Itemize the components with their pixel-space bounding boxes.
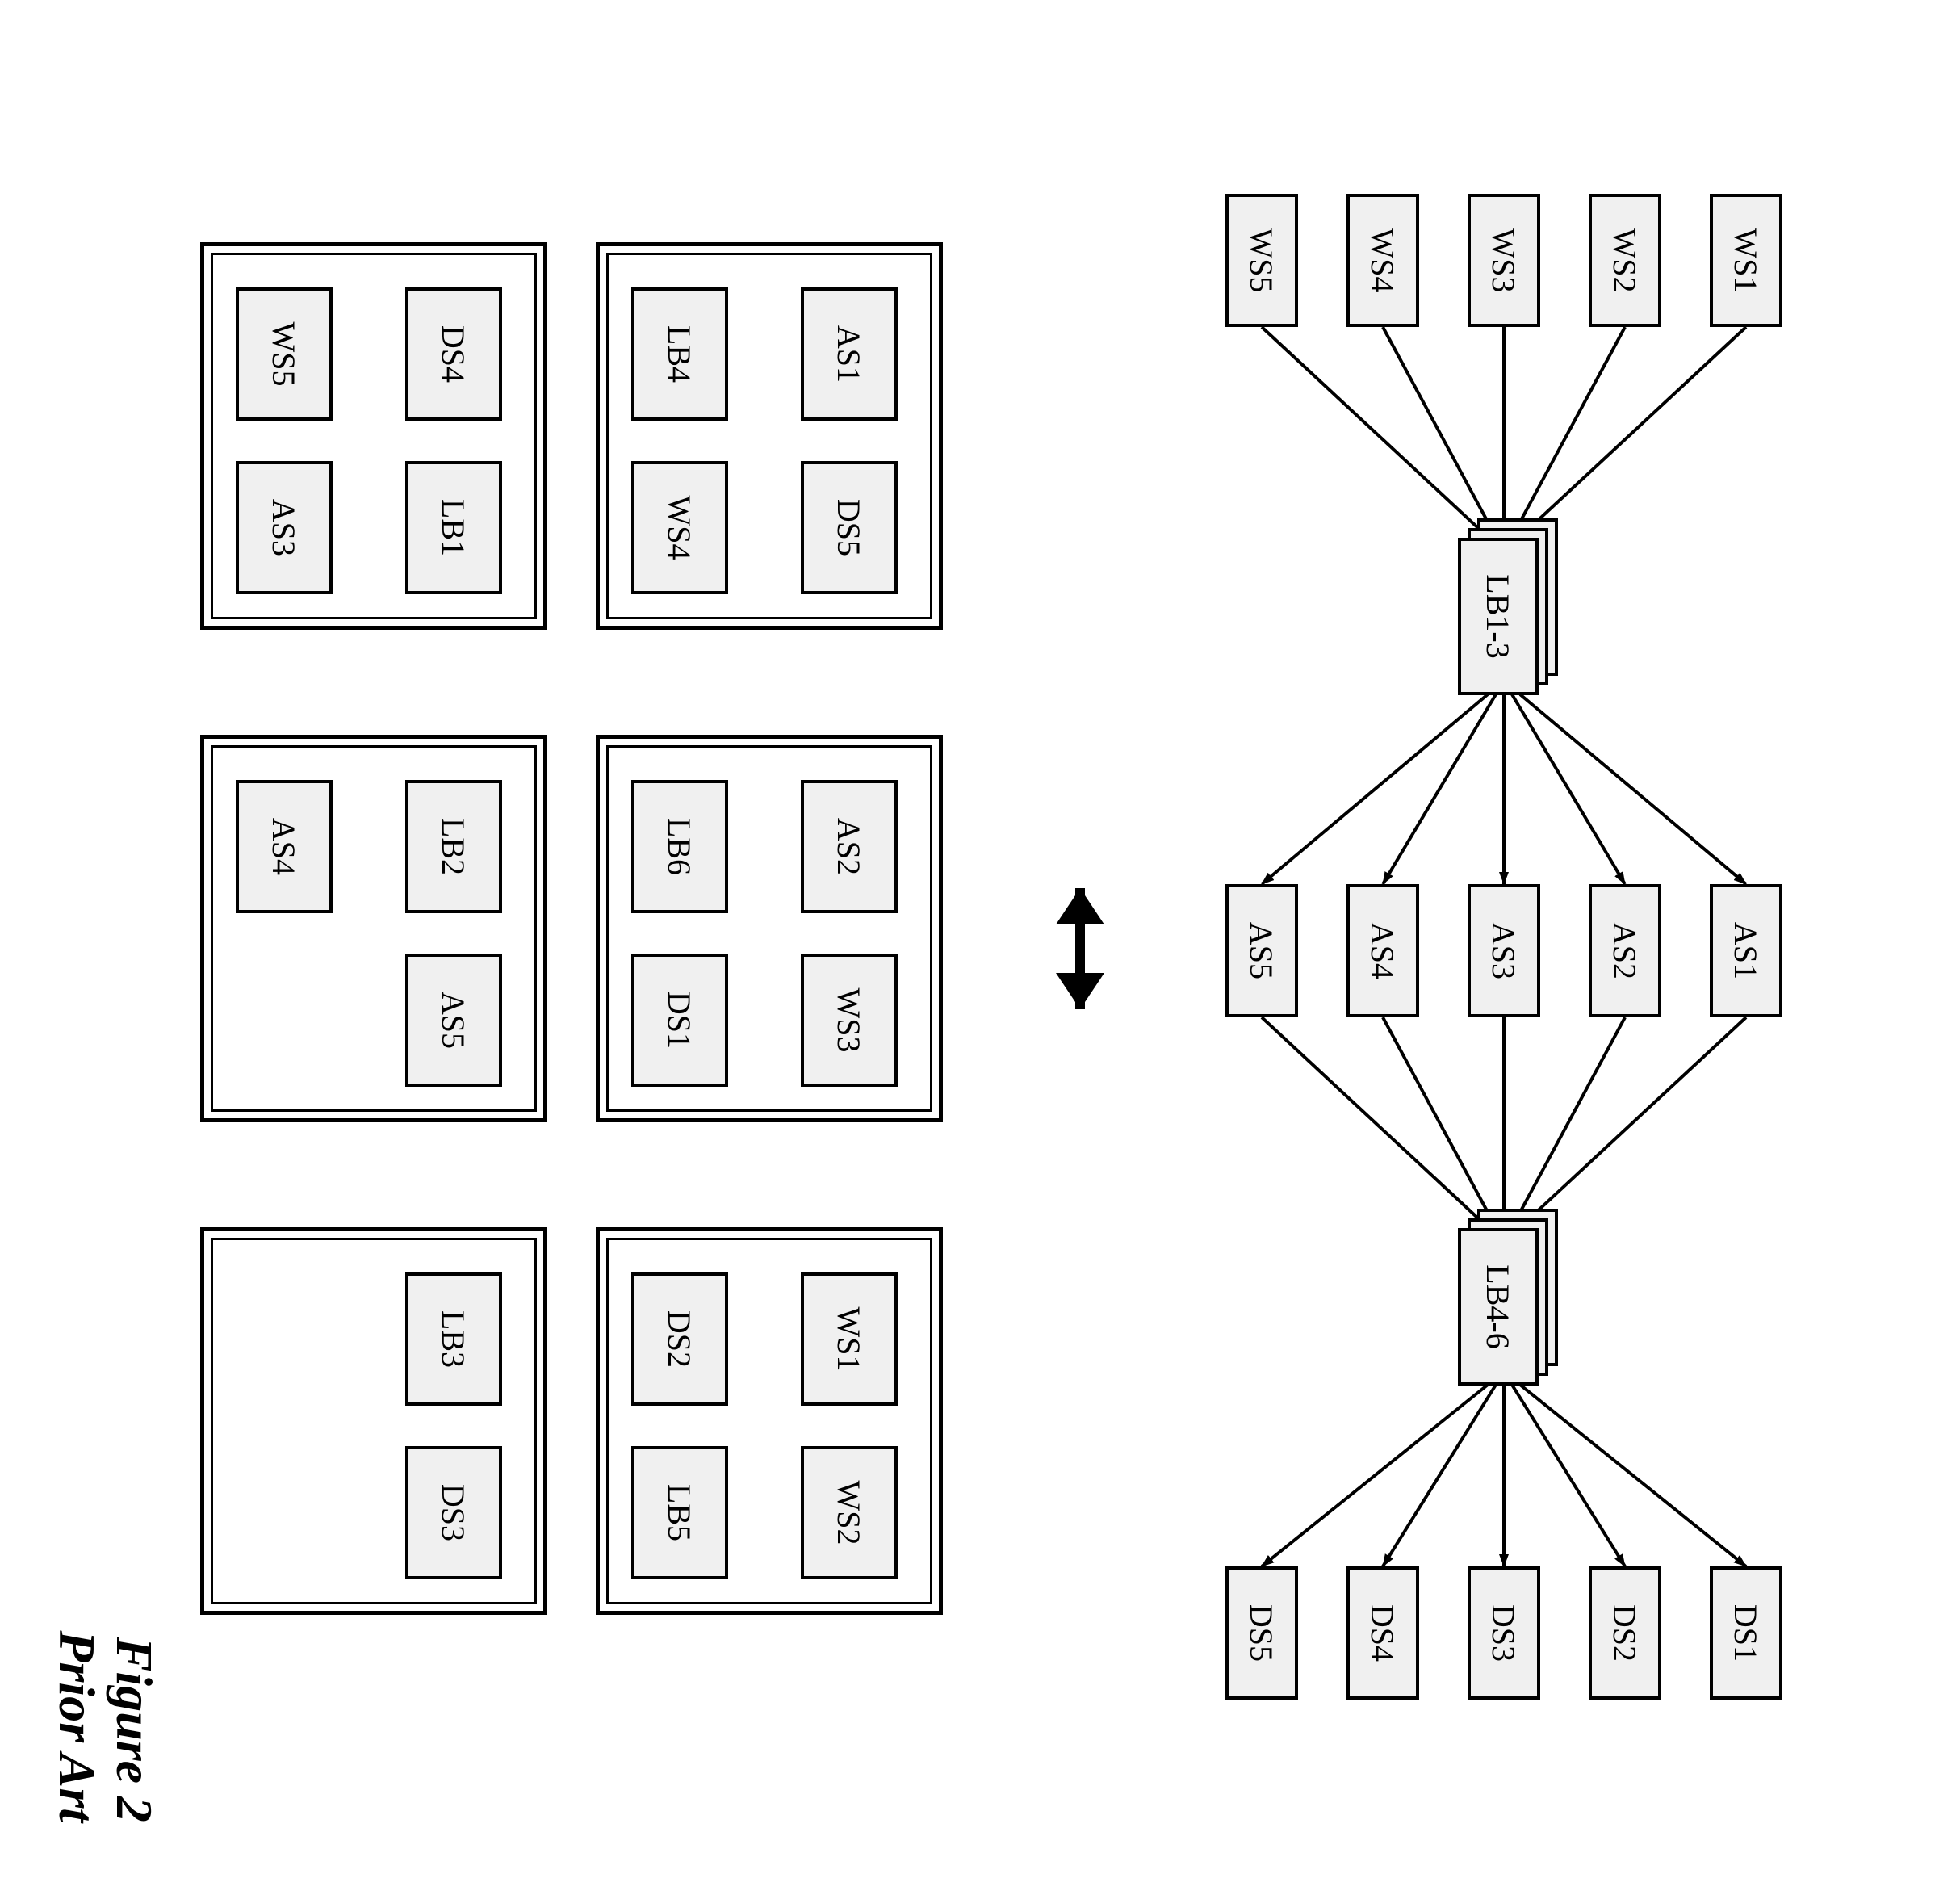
host-4: DS4 LB1 WS5 AS3 xyxy=(200,242,547,630)
slot-label: LB4 xyxy=(661,325,699,383)
slot-label: AS3 xyxy=(266,499,304,556)
host-2: AS2 WS3 LB6 DS1 xyxy=(596,735,943,1122)
host-5: LB2 AS5 AS4 xyxy=(200,735,547,1122)
figure-page: WS1 WS2 WS3 WS4 WS5 LB1-3 AS1 AS2 AS3 AS… xyxy=(0,0,1960,1895)
host-slot: DS3 xyxy=(405,1446,502,1579)
lb1-3-front: LB1-3 xyxy=(1458,538,1539,695)
figure-number: Figure 2 xyxy=(105,1630,161,1822)
slot-label: DS3 xyxy=(435,1484,473,1541)
node-as4: AS4 xyxy=(1346,884,1419,1017)
host-6: LB3 DS3 xyxy=(200,1227,547,1615)
host-3: WS1 WS2 DS2 LB5 xyxy=(596,1227,943,1615)
slot-label: LB6 xyxy=(661,818,699,875)
slot-label: WS3 xyxy=(831,988,869,1053)
slot-label: WS5 xyxy=(266,322,304,387)
node-as1: AS1 xyxy=(1710,884,1782,1017)
host-slot: AS5 xyxy=(405,954,502,1087)
figure-caption: Figure 2 Prior Art xyxy=(48,1630,162,1822)
node-label: WS4 xyxy=(1364,228,1402,293)
node-ds2: DS2 xyxy=(1589,1566,1661,1700)
host-slot: AS1 xyxy=(801,287,898,421)
slot-label: LB2 xyxy=(435,818,473,875)
node-label: LB1-3 xyxy=(1480,574,1518,658)
slot-label: LB5 xyxy=(661,1484,699,1541)
node-label: AS3 xyxy=(1485,922,1523,979)
slot-label: DS2 xyxy=(661,1310,699,1368)
node-label: AS2 xyxy=(1606,922,1644,979)
host-slot: WS4 xyxy=(631,461,728,594)
node-label: WS1 xyxy=(1728,228,1765,293)
node-ds4: DS4 xyxy=(1346,1566,1419,1700)
node-as5: AS5 xyxy=(1225,884,1298,1017)
node-ds1: DS1 xyxy=(1710,1566,1782,1700)
rotated-stage: WS1 WS2 WS3 WS4 WS5 LB1-3 AS1 AS2 AS3 AS… xyxy=(0,0,1960,1895)
host-slot: LB1 xyxy=(405,461,502,594)
host-slot: WS3 xyxy=(801,954,898,1087)
host-slot: DS2 xyxy=(631,1272,728,1406)
host-slot: LB3 xyxy=(405,1272,502,1406)
node-ws1: WS1 xyxy=(1710,194,1782,327)
equivalence-arrow xyxy=(1056,888,1104,1009)
node-ws5: WS5 xyxy=(1225,194,1298,327)
host-slot: WS1 xyxy=(801,1272,898,1406)
node-ws4: WS4 xyxy=(1346,194,1419,327)
node-label: AS1 xyxy=(1728,922,1765,979)
host-1: AS1 DS5 LB4 WS4 xyxy=(596,242,943,630)
host-inner: DS4 LB1 WS5 AS3 xyxy=(211,253,537,619)
host-slot: AS2 xyxy=(801,780,898,913)
node-label: AS4 xyxy=(1364,922,1402,979)
slot-label: WS2 xyxy=(831,1481,869,1545)
host-inner: LB3 DS3 xyxy=(211,1238,537,1604)
host-inner: AS1 DS5 LB4 WS4 xyxy=(606,253,932,619)
drawing-canvas: WS1 WS2 WS3 WS4 WS5 LB1-3 AS1 AS2 AS3 AS… xyxy=(0,0,1960,1895)
slot-label: LB1 xyxy=(435,499,473,556)
host-slot: LB2 xyxy=(405,780,502,913)
node-as3: AS3 xyxy=(1468,884,1540,1017)
node-label: DS1 xyxy=(1728,1604,1765,1662)
slot-label: WS4 xyxy=(661,496,699,560)
host-slot: WS2 xyxy=(801,1446,898,1579)
host-slot: LB4 xyxy=(631,287,728,421)
node-label: DS4 xyxy=(1364,1604,1402,1662)
slot-label: AS5 xyxy=(435,992,473,1049)
host-slot: LB5 xyxy=(631,1446,728,1579)
host-slot: DS4 xyxy=(405,287,502,421)
lb4-6-front: LB4-6 xyxy=(1458,1228,1539,1386)
host-slot: AS4 xyxy=(236,780,333,913)
slot-label: DS4 xyxy=(435,325,473,383)
slot-label: DS5 xyxy=(831,499,869,556)
node-ws2: WS2 xyxy=(1589,194,1661,327)
host-slot: WS5 xyxy=(236,287,333,421)
node-label: WS2 xyxy=(1606,228,1644,293)
slot-label: WS1 xyxy=(831,1307,869,1372)
node-label: LB4-6 xyxy=(1480,1264,1518,1348)
node-ds5: DS5 xyxy=(1225,1566,1298,1700)
host-slot: DS5 xyxy=(801,461,898,594)
node-label: DS3 xyxy=(1485,1604,1523,1662)
host-inner: LB2 AS5 AS4 xyxy=(211,745,537,1112)
figure-subtitle: Prior Art xyxy=(48,1630,105,1822)
node-label: WS5 xyxy=(1243,228,1281,293)
node-label: DS5 xyxy=(1243,1604,1281,1662)
slot-label: DS1 xyxy=(661,992,699,1049)
host-slot: AS3 xyxy=(236,461,333,594)
host-slot: DS1 xyxy=(631,954,728,1087)
node-ds3: DS3 xyxy=(1468,1566,1540,1700)
host-inner: WS1 WS2 DS2 LB5 xyxy=(606,1238,932,1604)
host-slot: LB6 xyxy=(631,780,728,913)
node-label: WS3 xyxy=(1485,228,1523,293)
node-as2: AS2 xyxy=(1589,884,1661,1017)
slot-label: AS1 xyxy=(831,325,869,383)
node-label: DS2 xyxy=(1606,1604,1644,1662)
slot-label: AS2 xyxy=(831,818,869,875)
slot-label: AS4 xyxy=(266,818,304,875)
node-label: AS5 xyxy=(1243,922,1281,979)
slot-label: LB3 xyxy=(435,1310,473,1368)
host-inner: AS2 WS3 LB6 DS1 xyxy=(606,745,932,1112)
node-ws3: WS3 xyxy=(1468,194,1540,327)
